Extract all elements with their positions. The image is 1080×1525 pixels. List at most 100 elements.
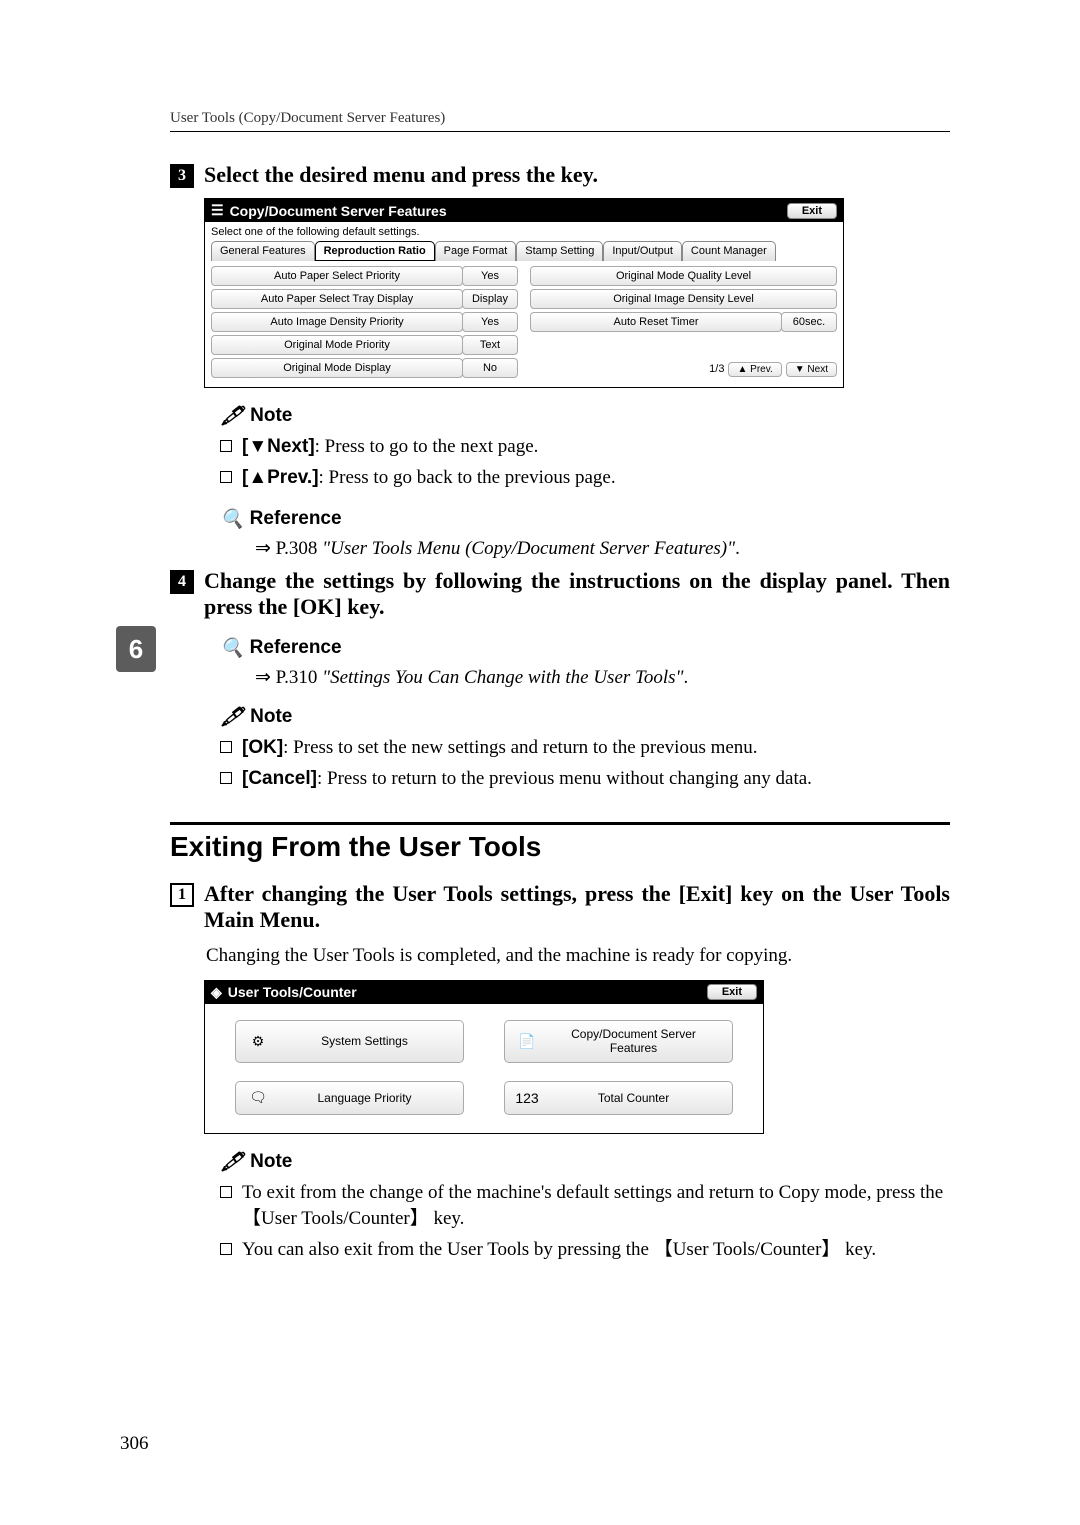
panel1-tabs: General Features Reproduction Ratio Page… xyxy=(211,241,837,261)
reference-2-prefix: ⇒ P.310 xyxy=(255,667,322,688)
panel1-title-icon: ☰ xyxy=(211,202,224,219)
setting-original-image-density-level[interactable]: Original Image Density Level xyxy=(530,289,837,309)
bullet-icon xyxy=(220,471,232,483)
panel1-exit-button[interactable]: Exit xyxy=(787,203,837,219)
reference-2-italic: "Settings You Can Change with the User T… xyxy=(322,667,683,688)
setting-auto-reset-timer[interactable]: Auto Reset Timer xyxy=(530,312,782,332)
note-heading-2-text: Note xyxy=(250,706,292,728)
gear-icon: ⚙ xyxy=(248,1031,268,1051)
screenshot-user-tools-counter: ◈ User Tools/Counter Exit ⚙ System Setti… xyxy=(204,980,764,1134)
step-1b-badge: 1 xyxy=(170,883,194,907)
setting-original-mode-display[interactable]: Original Mode Display xyxy=(211,358,463,378)
document-icon: 📄 xyxy=(517,1031,537,1051)
panel1-title: Copy/Document Server Features xyxy=(230,203,447,219)
panel2-titlebar: ◈ User Tools/Counter Exit xyxy=(205,981,763,1004)
menu-system-settings-label: System Settings xyxy=(278,1034,451,1048)
bullet-icon xyxy=(220,741,232,753)
value-auto-image-density-priority[interactable]: Yes xyxy=(462,312,518,332)
step-1b: 1 After changing the User Tools settings… xyxy=(170,881,950,933)
note1-rest-prev: : Press to go back to the previous page. xyxy=(319,467,616,488)
note1-label-prev: [▲Prev.] xyxy=(242,467,319,488)
tab-input-output[interactable]: Input/Output xyxy=(603,241,682,261)
after-step1b-text: Changing the User Tools is completed, an… xyxy=(206,943,950,970)
menu-language-priority-label: Language Priority xyxy=(278,1091,451,1105)
note-icon: 🖋 xyxy=(220,705,244,729)
menu-total-counter-label: Total Counter xyxy=(547,1091,720,1105)
note2-item-ok: [OK]: Press to set the new settings and … xyxy=(220,735,950,762)
reference-heading-1-text: Reference xyxy=(250,508,342,530)
reference-2-tail: . xyxy=(684,667,689,688)
reference-heading-2: 🔍 Reference xyxy=(220,636,950,660)
step-4: 4 Change the settings by following the i… xyxy=(170,568,950,620)
panel1-instruction: Select one of the following default sett… xyxy=(211,226,837,238)
menu-copy-doc-label: Copy/Document Server Features xyxy=(547,1027,720,1056)
bullet-icon xyxy=(220,1243,232,1255)
step-3-text: Select the desired menu and press the ke… xyxy=(204,162,950,188)
counter-icon: 123 xyxy=(517,1088,537,1108)
note-icon: 🖋 xyxy=(220,1150,244,1174)
menu-copy-doc-server-features[interactable]: 📄 Copy/Document Server Features xyxy=(504,1020,733,1063)
tab-general-features[interactable]: General Features xyxy=(211,241,315,261)
setting-auto-paper-select-priority[interactable]: Auto Paper Select Priority xyxy=(211,266,463,286)
step-4-badge: 4 xyxy=(170,570,194,594)
setting-auto-image-density-priority[interactable]: Auto Image Density Priority xyxy=(211,312,463,332)
step-1b-text: After changing the User Tools settings, … xyxy=(204,881,950,933)
pager-next-button[interactable]: ▼ Next xyxy=(786,362,837,377)
pager-count: 1/3 xyxy=(709,363,724,375)
note3-text-1: To exit from the change of the machine's… xyxy=(242,1180,950,1233)
tab-page-format[interactable]: Page Format xyxy=(435,241,517,261)
value-auto-paper-select-priority[interactable]: Yes xyxy=(462,266,518,286)
note2-label-cancel: [Cancel] xyxy=(242,768,317,789)
page-number: 306 xyxy=(120,1433,149,1455)
note-heading-3-text: Note xyxy=(250,1151,292,1173)
reference-heading-2-text: Reference xyxy=(250,637,342,659)
panel2-exit-button[interactable]: Exit xyxy=(707,984,757,1000)
running-header: User Tools (Copy/Document Server Feature… xyxy=(170,110,950,132)
menu-system-settings[interactable]: ⚙ System Settings xyxy=(235,1020,464,1063)
step-4-text: Change the settings by following the ins… xyxy=(204,568,950,620)
note1-item-prev: [▲Prev.]: Press to go back to the previo… xyxy=(220,465,950,492)
menu-total-counter[interactable]: 123 Total Counter xyxy=(504,1081,733,1115)
section-heading-exiting: Exiting From the User Tools xyxy=(170,822,950,863)
note1-rest-next: : Press to go to the next page. xyxy=(315,436,539,457)
note1-item-next: [▼Next]: Press to go to the next page. xyxy=(220,434,950,461)
setting-original-mode-priority[interactable]: Original Mode Priority xyxy=(211,335,463,355)
screenshot-copy-doc-features: ☰ Copy/Document Server Features Exit Sel… xyxy=(204,198,844,388)
setting-auto-paper-select-tray-display[interactable]: Auto Paper Select Tray Display xyxy=(211,289,463,309)
note-heading-1-text: Note xyxy=(250,405,292,427)
panel2-title: User Tools/Counter xyxy=(228,984,357,1000)
note3-item-2: You can also exit from the User Tools by… xyxy=(220,1237,950,1264)
reference-icon: 🔍 xyxy=(220,636,244,660)
bullet-icon xyxy=(220,440,232,452)
note2-rest-cancel: : Press to return to the previous menu w… xyxy=(317,768,812,789)
bullet-icon xyxy=(220,772,232,784)
reference-1-text: ⇒ P.308 "User Tools Menu (Copy/Document … xyxy=(255,537,950,560)
value-original-mode-priority[interactable]: Text xyxy=(462,335,518,355)
value-auto-paper-select-tray-display[interactable]: Display xyxy=(462,289,518,309)
note-heading-1: 🖋 Note xyxy=(220,404,950,428)
tab-count-manager[interactable]: Count Manager xyxy=(682,241,776,261)
note3-item-1: To exit from the change of the machine's… xyxy=(220,1180,950,1233)
panel1-titlebar: ☰ Copy/Document Server Features Exit xyxy=(205,199,843,222)
step-3: 3 Select the desired menu and press the … xyxy=(170,162,950,188)
value-original-mode-display[interactable]: No xyxy=(462,358,518,378)
note-icon: 🖋 xyxy=(220,404,244,428)
reference-1-italic: "User Tools Menu (Copy/Document Server F… xyxy=(322,538,735,559)
note2-item-cancel: [Cancel]: Press to return to the previou… xyxy=(220,766,950,793)
note2-rest-ok: : Press to set the new settings and retu… xyxy=(283,737,757,758)
tab-reproduction-ratio[interactable]: Reproduction Ratio xyxy=(315,241,435,261)
bullet-icon xyxy=(220,1186,232,1198)
reference-icon: 🔍 xyxy=(220,507,244,531)
tab-stamp-setting[interactable]: Stamp Setting xyxy=(516,241,603,261)
note1-label-next: [▼Next] xyxy=(242,436,315,457)
pager-prev-button[interactable]: ▲ Prev. xyxy=(728,362,781,377)
menu-language-priority[interactable]: 🗨 Language Priority xyxy=(235,1081,464,1115)
reference-heading-1: 🔍 Reference xyxy=(220,507,950,531)
note3-text-2: You can also exit from the User Tools by… xyxy=(242,1237,950,1264)
reference-2-text: ⇒ P.310 "Settings You Can Change with th… xyxy=(255,666,950,689)
reference-1-prefix: ⇒ P.308 xyxy=(255,538,322,559)
setting-original-mode-quality-level[interactable]: Original Mode Quality Level xyxy=(530,266,837,286)
value-auto-reset-timer[interactable]: 60sec. xyxy=(781,312,837,332)
reference-1-tail: . xyxy=(735,538,740,559)
note2-label-ok: [OK] xyxy=(242,737,283,758)
